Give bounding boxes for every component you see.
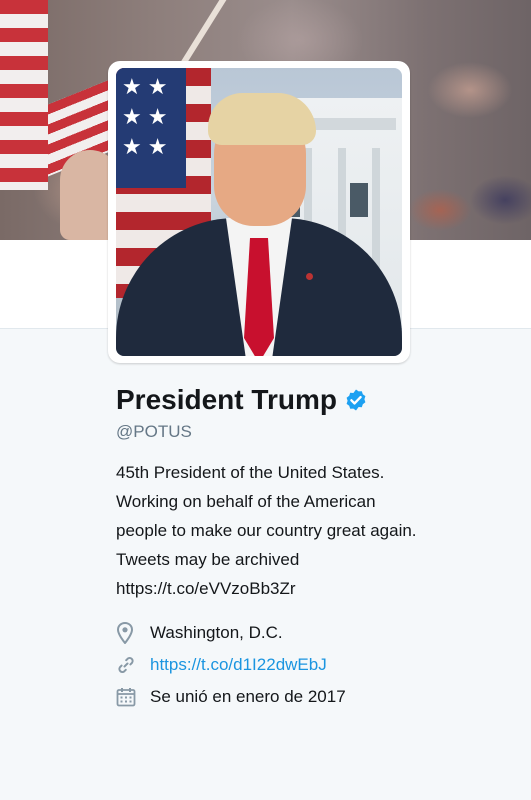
bio-link[interactable]: https://t.co/eVVzoBb3Zr [116,574,516,603]
calendar-icon [116,685,140,709]
banner-flag-left [0,0,48,190]
map-pin-icon [116,621,140,645]
joined-text: Se unió en enero de 2017 [150,687,346,706]
profile-joined: Se unió en enero de 2017 [116,681,516,713]
profile-avatar-frame[interactable]: ★★ ★★ ★★ [108,61,410,363]
profile-handle[interactable]: @POTUS [116,420,516,444]
avatar-lapel-pin [306,273,313,280]
profile-meta: Washington, D.C. https://t.co/d1I22dwEbJ [116,617,516,713]
avatar-window [350,183,368,217]
bio-line: people to make our country great again. [116,521,417,540]
profile-name[interactable]: President Trump [116,380,337,420]
profile-info: President Trump @POTUS 45th President of… [116,380,516,713]
link-icon [116,653,140,677]
profile-name-row: President Trump [116,380,516,420]
location-text: Washington, D.C. [150,623,283,642]
bio-line: Working on behalf of the American [116,492,376,511]
bio-line: 45th President of the United States. [116,463,385,482]
bio-line: Tweets may be archived [116,550,300,569]
avatar-flag-stars: ★★ ★★ ★★ [116,68,186,188]
profile-bio: 45th President of the United States. Wor… [116,458,516,603]
website-link[interactable]: https://t.co/d1I22dwEbJ [150,655,327,675]
profile-avatar: ★★ ★★ ★★ [116,68,402,356]
verified-badge-icon[interactable] [344,388,368,412]
profile-website: https://t.co/d1I22dwEbJ [116,649,516,681]
profile-location: Washington, D.C. [116,617,516,649]
avatar-hair [208,93,316,145]
